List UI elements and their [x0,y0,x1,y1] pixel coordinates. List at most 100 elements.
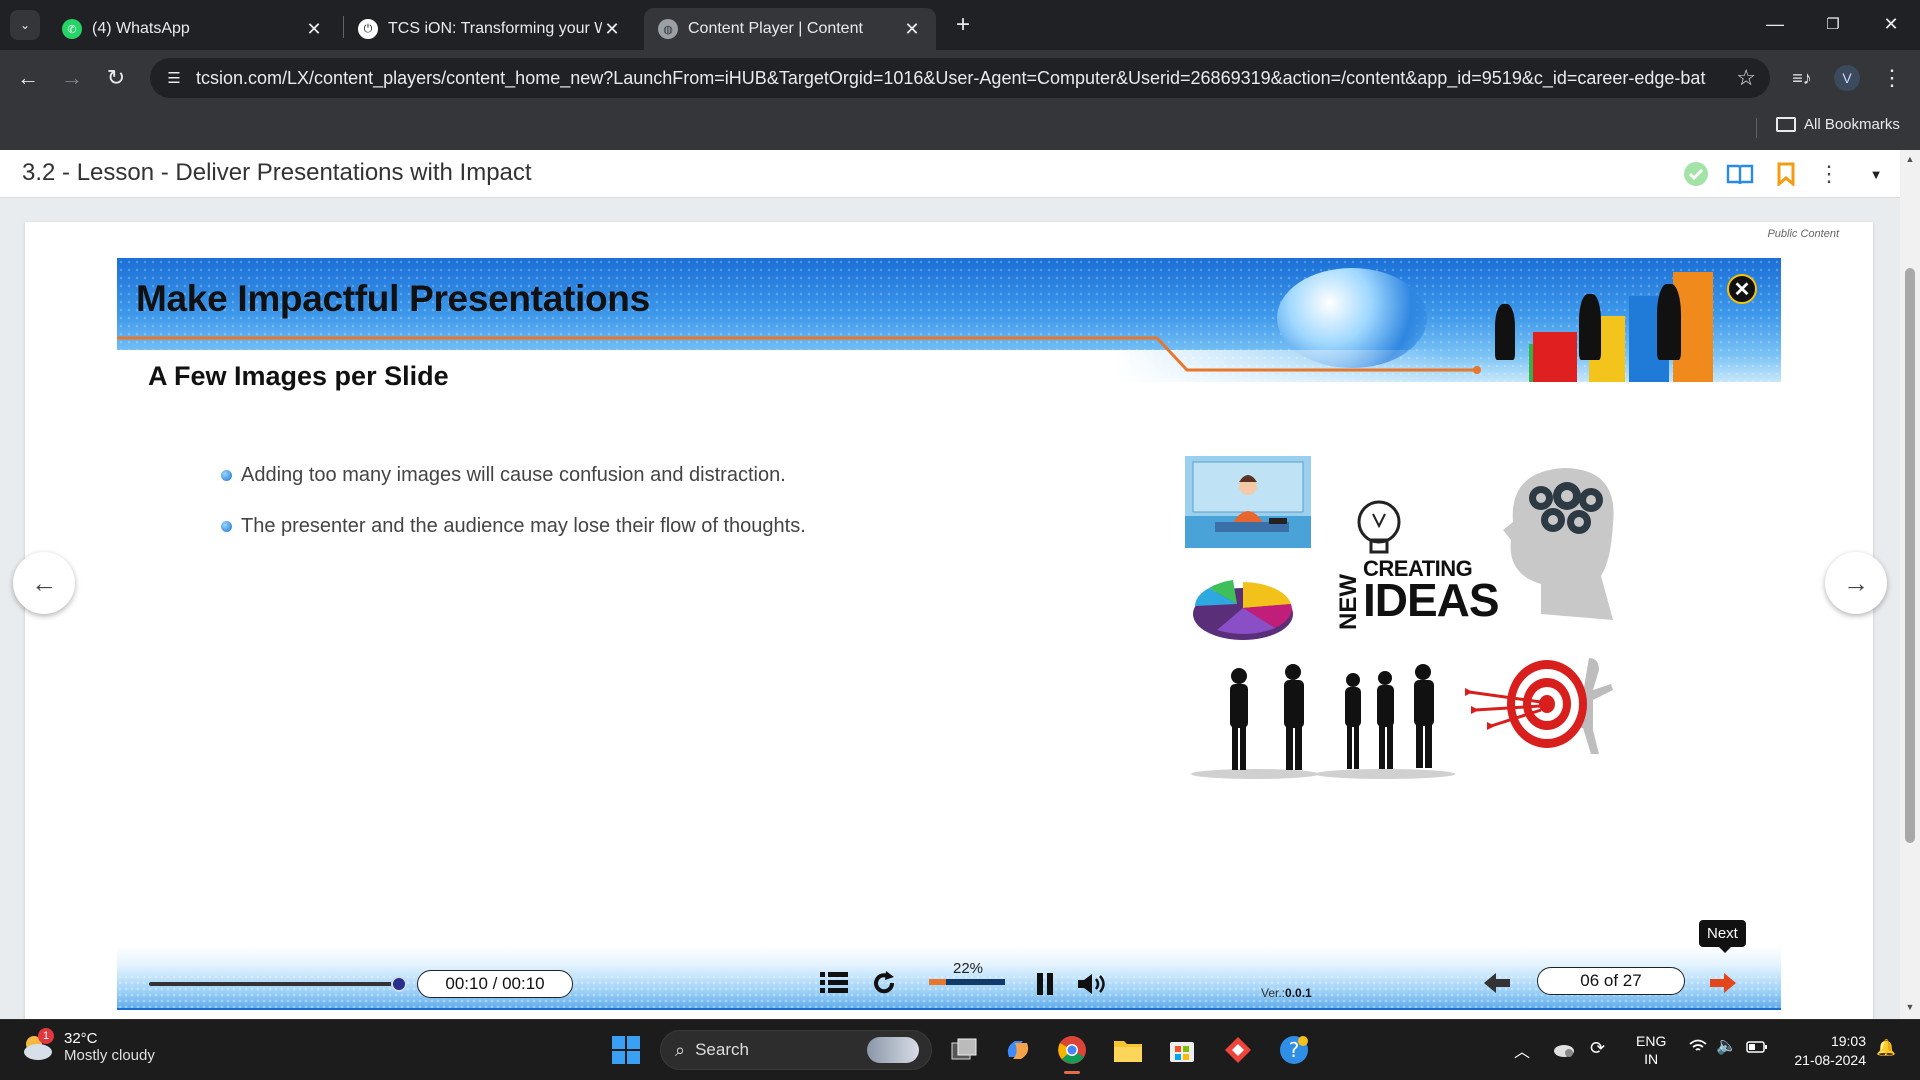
bullet-dot-icon [221,521,232,532]
presenter-image [1185,456,1311,548]
player-bottom-line [117,1008,1781,1010]
all-bookmarks-button[interactable]: All Bookmarks [1776,116,1900,133]
target-darts-image [1465,658,1613,754]
show-hidden-icons-chevron-icon[interactable]: ︿ [1514,1038,1530,1062]
ideas-ideas-text: IDEAS [1363,574,1500,626]
notification-bell-icon[interactable]: 🔔 [1876,1038,1896,1058]
previous-slide-arrow-icon[interactable] [1483,970,1511,996]
microsoft-store-icon[interactable] [1164,1032,1200,1068]
pause-icon[interactable] [1033,970,1057,998]
active-app-indicator [1064,1071,1080,1074]
close-tab-icon[interactable]: ✕ [902,19,922,40]
media-control-icon[interactable]: ≡♪ [1786,62,1818,94]
tab-search-chevron-icon[interactable]: ⌄ [10,10,40,40]
wifi-icon[interactable] [1688,1038,1708,1059]
weather-widget[interactable]: 1 32°C Mostly cloudy [20,1028,155,1064]
walker-silhouette [1657,284,1681,360]
task-view-icon[interactable] [946,1032,982,1068]
browser-tab-bar: ⌄ ✆ (4) WhatsApp ✕ ⏻ TCS iON: Transformi… [0,0,1920,50]
close-tab-icon[interactable]: ✕ [602,19,622,40]
windows-start-icon[interactable] [608,1032,644,1068]
bullet-dot-icon [221,470,232,481]
browser-menu-icon[interactable]: ⋮ [1876,62,1908,94]
search-label: Search [695,1040,749,1059]
copilot-icon[interactable] [1000,1032,1036,1068]
version-prefix: Ver.: [1261,986,1286,1000]
more-options-icon[interactable]: ⋮ [1815,160,1843,188]
presentation-slide: Make Impactful Presentations ✕ A Few Ima… [117,258,1781,1010]
ideas-new-text: NEW [1335,574,1362,630]
profile-avatar[interactable]: V [1834,65,1860,91]
browser-nav-bar: ← → ↻ ☰ tcsion.com/LX/content_players/co… [0,50,1920,106]
reload-icon[interactable]: ↻ [100,62,132,94]
slide-title: Make Impactful Presentations [136,278,650,319]
next-page-arrow-icon[interactable]: → [1825,552,1887,614]
tab-content-player[interactable]: ◍ Content Player | Content ✕ [644,8,936,50]
weather-cloud-icon: 1 [20,1028,54,1062]
onedrive-icon[interactable] [1552,1040,1576,1061]
walker-silhouette [1495,304,1515,360]
tab-tcs-ion[interactable]: ⏻ TCS iON: Transforming your Wo ✕ [344,8,636,50]
collapse-chevron-icon[interactable]: ▼ [1862,160,1890,188]
scroll-down-arrow-icon[interactable]: ▼ [1904,1002,1916,1012]
minimize-icon[interactable]: — [1752,6,1798,42]
page-counter: 06 of 27 [1537,967,1685,995]
volume-icon[interactable] [1075,970,1107,998]
clock-time: 19:03 [1830,1033,1866,1049]
weather-temp: 32°C [64,1030,98,1047]
search-highlight-icon [867,1037,919,1063]
scrollbar-thumb[interactable] [1905,268,1915,843]
seek-bar[interactable] [149,976,407,992]
forward-icon[interactable]: → [56,62,88,94]
globe-icon: ◍ [658,19,678,39]
player-controls: 00:10 / 00:10 22% Ver.:0.0.1 06 of 27 Ne… [117,920,1781,1010]
replay-icon[interactable] [869,968,899,998]
bookmark-icon[interactable] [1772,160,1800,188]
book-icon[interactable] [1726,160,1754,188]
tab-title: TCS iON: Transforming your Wo [388,20,602,37]
bookmark-star-icon[interactable]: ☆ [1736,65,1756,91]
restore-icon[interactable]: ❐ [1810,6,1856,42]
window-close-icon[interactable]: ✕ [1868,6,1914,42]
progress-track [929,979,1005,985]
business-people-image [1191,664,1455,779]
speaker-icon[interactable]: 🔈 [1716,1036,1737,1056]
slide-subtitle: A Few Images per Slide [148,361,449,391]
completed-check-icon [1682,160,1710,188]
back-icon[interactable]: ← [12,62,44,94]
get-help-icon[interactable]: ? [1276,1032,1312,1068]
next-tooltip: Next [1699,920,1746,953]
version-value: 0.0.1 [1285,986,1312,1000]
bookmarks-bar: All Bookmarks [0,106,1920,150]
chrome-icon[interactable] [1054,1032,1090,1074]
language-top: ENG [1636,1033,1667,1049]
language-indicator[interactable]: ENG IN [1636,1032,1666,1068]
bookmarks-separator [1756,118,1757,138]
url-text[interactable]: tcsion.com/LX/content_players/content_ho… [196,68,1706,89]
page-scrollbar[interactable]: ▲ ▼ [1900,150,1920,1019]
menu-list-icon[interactable] [819,968,849,998]
new-tab-button[interactable]: + [948,10,978,40]
windows-taskbar: 1 32°C Mostly cloudy ⌕ Search ? ︿ ⟳ ENG … [0,1019,1920,1080]
seek-knob[interactable] [391,976,407,992]
whatsapp-icon: ✆ [62,19,82,39]
next-slide-arrow-icon[interactable] [1709,970,1737,996]
red-bar-graphic [1533,332,1577,382]
address-bar[interactable]: ☰ tcsion.com/LX/content_players/content_… [150,58,1770,98]
previous-page-arrow-icon[interactable]: ← [13,552,75,614]
tab-title: Content Player | Content [688,20,863,37]
sync-icon[interactable]: ⟳ [1590,1038,1605,1059]
scroll-up-arrow-icon[interactable]: ▲ [1904,154,1916,164]
slide-close-icon[interactable]: ✕ [1727,274,1757,304]
battery-icon[interactable] [1746,1040,1768,1057]
weather-badge: 1 [38,1028,54,1044]
site-settings-icon[interactable]: ☰ [162,66,186,90]
tab-whatsapp[interactable]: ✆ (4) WhatsApp ✕ [48,8,338,50]
anydesk-icon[interactable] [1220,1032,1256,1068]
taskbar-search[interactable]: ⌕ Search [660,1030,932,1070]
pie-chart-image [1193,580,1293,640]
clock[interactable]: 19:03 21-08-2024 [1784,1032,1866,1070]
file-explorer-icon[interactable] [1110,1032,1146,1068]
close-tab-icon[interactable]: ✕ [304,19,324,40]
slide-images: NEW CREATING IDEAS [1185,456,1665,796]
